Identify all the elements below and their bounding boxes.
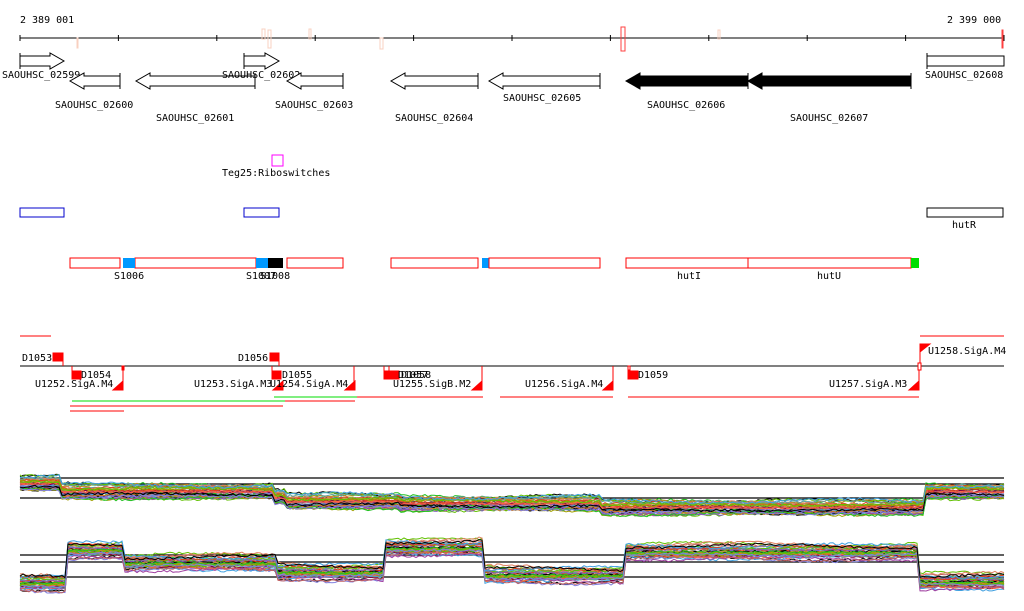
genome-browser-view: 2 389 001 2 399 000 SAOUHSC_02599 SAOUHSC… bbox=[0, 0, 1024, 611]
operon-feature[interactable] bbox=[134, 257, 257, 269]
coordinate-ruler: 2 389 001 2 399 000 bbox=[19, 15, 1005, 52]
promoter-label: U1252.SigA.M4 bbox=[35, 379, 113, 390]
operon-feature[interactable] bbox=[286, 257, 344, 269]
gene-label: SAOUHSC_02601 bbox=[156, 113, 234, 124]
gene-arrow[interactable] bbox=[19, 52, 66, 70]
gene-label: SAOUHSC_02600 bbox=[55, 100, 133, 111]
riboswitch-feature[interactable] bbox=[271, 154, 284, 167]
promoter-U1252[interactable] bbox=[111, 379, 124, 391]
gene-arrow[interactable] bbox=[926, 55, 1005, 67]
riboswitch-label: Teg25:Riboswitches bbox=[222, 168, 330, 179]
operon-feature[interactable] bbox=[390, 257, 479, 269]
gene-label: SAOUHSC_02602 bbox=[222, 70, 300, 81]
gene-SAOUHSC_02602[interactable]: SAOUHSC_02602 bbox=[222, 52, 300, 81]
gene-SAOUHSC_02604[interactable]: SAOUHSC_02604 bbox=[389, 72, 479, 124]
promoter-label: D1059 bbox=[638, 370, 668, 381]
ruler-start-label: 2 389 001 bbox=[20, 15, 74, 26]
promoter-labels: D1053 D1054 U1252.SigA.M4 D1056 D1055 U1… bbox=[22, 346, 1006, 390]
promoter-label: U1255.SigB.M2 bbox=[393, 379, 471, 390]
promoter-D1054[interactable] bbox=[71, 370, 82, 380]
operon-blue-mark bbox=[123, 258, 135, 268]
gene-arrow[interactable] bbox=[389, 72, 479, 90]
gene-SAOUHSC_02599[interactable]: SAOUHSC_02599 bbox=[2, 52, 80, 81]
gene-track: SAOUHSC_02599 SAOUHSC_02600 SAOUHSC_02601 S… bbox=[2, 52, 1005, 124]
promoter-label: U1258.SigA.M4 bbox=[928, 346, 1006, 357]
gene-label: SAOUHSC_02604 bbox=[395, 113, 473, 124]
promoter-U1256[interactable] bbox=[601, 379, 614, 391]
operon-green-mark bbox=[911, 258, 919, 268]
gene-SAOUHSC_02606[interactable]: SAOUHSC_02606 bbox=[624, 72, 749, 111]
promoter-label: U1257.SigA.M3 bbox=[829, 379, 907, 390]
gene-arrow[interactable] bbox=[243, 52, 281, 70]
operon-label: S1008 bbox=[260, 271, 290, 282]
promoter-D1055[interactable] bbox=[271, 370, 282, 380]
gene-arrow[interactable] bbox=[624, 72, 749, 90]
promoter-U1255[interactable] bbox=[470, 379, 483, 391]
expression-signal-track-2 bbox=[19, 536, 1005, 594]
hutU-feature[interactable] bbox=[747, 257, 912, 269]
regulator-track: hutR bbox=[19, 207, 1004, 231]
genome-track-canvas: 2 389 001 2 399 000 SAOUHSC_02599SAOUHSC… bbox=[2, 15, 1006, 594]
promoter-D1053[interactable] bbox=[52, 352, 64, 362]
promoter-track: D1053 D1054 U1252.SigA.M4 D1056 D1055 U1… bbox=[20, 335, 1006, 412]
gene-SAOUHSC_02607[interactable]: SAOUHSC_02607 bbox=[746, 72, 912, 124]
hutR-feature[interactable] bbox=[926, 207, 1004, 218]
gene-label: SAOUHSC_02606 bbox=[647, 100, 725, 111]
promoter-D1059[interactable] bbox=[627, 370, 639, 380]
gene-SAOUHSC_02608[interactable]: SAOUHSC_02608 bbox=[925, 53, 1005, 81]
operon-label: hutU bbox=[817, 271, 841, 282]
ruler-end-label: 2 399 000 bbox=[947, 15, 1001, 26]
operon-label: hutI bbox=[677, 271, 701, 282]
transcript-lines bbox=[70, 396, 919, 412]
operon-feature[interactable] bbox=[488, 257, 601, 269]
regulator-feature[interactable] bbox=[19, 207, 65, 218]
gene-label: SAOUHSC_02603 bbox=[275, 100, 353, 111]
gene-label: SAOUHSC_02607 bbox=[790, 113, 868, 124]
promoter-U1257[interactable] bbox=[907, 379, 920, 391]
operon-labels: S1006 S1007 S1008 hutI hutU bbox=[114, 271, 841, 282]
gene-arrow[interactable] bbox=[746, 72, 912, 90]
riboswitch-track: Teg25:Riboswitches bbox=[222, 154, 330, 179]
gene-label: SAOUHSC_02599 bbox=[2, 70, 80, 81]
operon-blue-mark bbox=[482, 258, 489, 268]
gene-arrow[interactable] bbox=[487, 72, 601, 90]
gene-SAOUHSC_02605[interactable]: SAOUHSC_02605 bbox=[487, 72, 601, 104]
promoter-label: U1256.SigA.M4 bbox=[525, 379, 603, 390]
promoter-D1056[interactable] bbox=[269, 352, 280, 362]
gene-label: SAOUHSC_02605 bbox=[503, 93, 581, 104]
promoter-label: U1254.SigA.M4 bbox=[270, 379, 348, 390]
hutR-label: hutR bbox=[952, 220, 977, 231]
hutI-feature[interactable] bbox=[625, 257, 749, 269]
regulator-feature[interactable] bbox=[243, 207, 280, 218]
operon-black-mark bbox=[268, 258, 283, 268]
promoter-label: U1253.SigA.M3 bbox=[194, 379, 272, 390]
promoter-label: D1053 bbox=[22, 353, 52, 364]
ruler-highlights bbox=[76, 26, 1004, 52]
gene-label: SAOUHSC_02608 bbox=[925, 70, 1003, 81]
operon-blue-mark bbox=[256, 258, 268, 268]
operon-feature[interactable] bbox=[69, 257, 121, 269]
operon-track bbox=[69, 257, 919, 269]
expression-signal-track-1 bbox=[19, 473, 1005, 518]
promoter-D1057[interactable] bbox=[383, 370, 400, 380]
promoter-label: D1056 bbox=[238, 353, 268, 364]
operon-label: S1006 bbox=[114, 271, 144, 282]
